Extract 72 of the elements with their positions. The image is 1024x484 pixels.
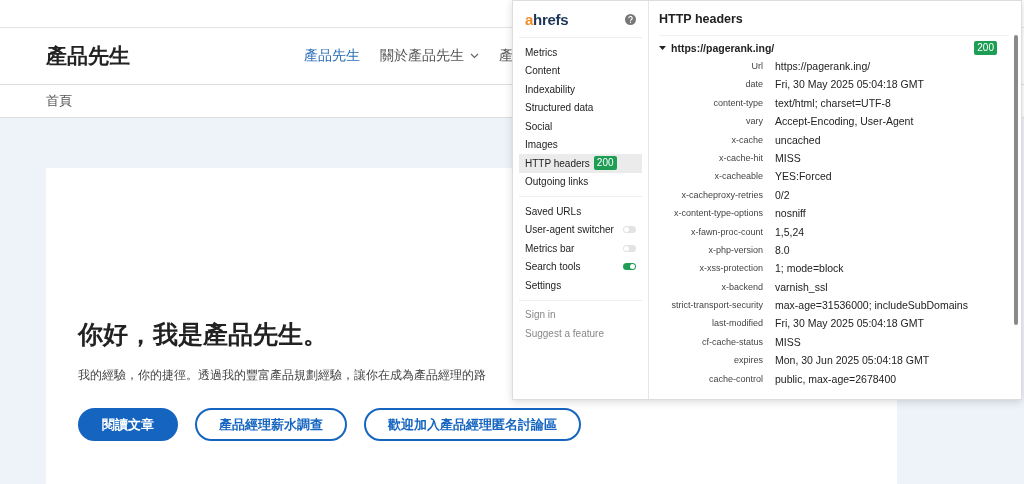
menu-item[interactable]: Outgoing links: [519, 172, 642, 191]
menu-item[interactable]: Images: [519, 135, 642, 154]
header-value: max-age=31536000; includeSubDomains: [775, 298, 969, 314]
header-name: x-cache: [730, 133, 763, 147]
header-name: content-type: [712, 96, 763, 110]
scrollbar[interactable]: [1014, 35, 1018, 325]
hero-button[interactable]: 產品經理薪水調查: [195, 408, 347, 441]
toggle-switch[interactable]: [623, 263, 636, 271]
header-value: 1,5,24: [775, 224, 806, 240]
header-value: 1; mode=block: [775, 261, 845, 277]
header-value: Mon, 30 Jun 2025 05:04:18 GMT: [775, 353, 931, 369]
header-name: x-fawn-proc-count: [689, 225, 763, 239]
hero-heading: 你好，我是產品先生。: [78, 319, 328, 350]
nav-link[interactable]: 產: [499, 47, 513, 65]
menu-item[interactable]: Metrics bar: [519, 239, 642, 258]
site-logo[interactable]: 產品先生: [46, 42, 304, 70]
hero-button[interactable]: 歡迎加入產品經理匿名討論區: [364, 408, 581, 441]
hero-button[interactable]: 閱讀文章: [78, 408, 178, 441]
header-name: last-modified: [710, 317, 763, 331]
caret-down-icon: [659, 45, 666, 51]
status-badge: 200: [974, 41, 997, 55]
header-value: text/html; charset=UTF-8: [775, 95, 892, 111]
breadcrumb-link[interactable]: 首頁: [46, 92, 72, 110]
menu-item[interactable]: Metrics: [519, 43, 642, 62]
header-value: 0/2: [775, 187, 791, 203]
menu-item[interactable]: Settings: [519, 276, 642, 295]
header-value: MISS: [775, 150, 802, 166]
header-value: Fri, 30 May 2025 05:04:18 GMT: [775, 316, 925, 332]
header-value: Accept-Encoding, User-Agent: [775, 114, 915, 130]
header-value: YES:Forced: [775, 169, 833, 185]
header-value: varnish_ssl: [775, 279, 829, 295]
header-name: cache-control: [707, 372, 763, 386]
header-name: x-cache-hit: [718, 151, 763, 165]
menu-item[interactable]: Saved URLs: [519, 202, 642, 221]
header-name: expires: [733, 354, 763, 368]
nav-link[interactable]: 產品先生: [304, 47, 360, 65]
nav-link[interactable]: 關於產品先生: [380, 47, 479, 65]
header-name: x-cacheable: [713, 170, 763, 184]
header-value: MISS: [775, 334, 802, 350]
status-badge: 200: [593, 156, 617, 171]
header-value: Fri, 30 May 2025 05:04:18 GMT: [775, 77, 925, 93]
menu-item[interactable]: HTTP headers 200: [519, 154, 642, 173]
header-name: x-content-type-options: [672, 207, 763, 221]
url-toggle[interactable]: https://pagerank.ing/: [659, 42, 775, 54]
menu-item[interactable]: Indexability: [519, 80, 642, 99]
header-name: x-cacheproxy-retries: [680, 188, 763, 202]
header-name: Url: [750, 60, 763, 73]
header-value: public, max-age=2678400: [775, 371, 898, 387]
header-name: x-php-version: [707, 243, 763, 257]
header-value: nosniff: [775, 206, 807, 222]
toggle-switch[interactable]: [623, 244, 636, 252]
header-name: x-xss-protection: [698, 262, 763, 276]
menu-item[interactable]: Content: [519, 61, 642, 80]
header-name: x-backend: [720, 280, 763, 294]
help-icon[interactable]: [625, 14, 636, 25]
header-name: date: [744, 78, 763, 92]
panel-title: HTTP headers: [659, 12, 1009, 36]
header-value: uncached: [775, 132, 822, 148]
header-name: strict-transport-security: [670, 299, 763, 313]
menu-item[interactable]: Sign in: [519, 305, 642, 324]
menu-item[interactable]: Structured data: [519, 98, 642, 117]
menu-item[interactable]: Suggest a feature: [519, 324, 642, 343]
toggle-switch[interactable]: [623, 226, 636, 234]
header-value: https://pagerank.ing/: [775, 59, 872, 74]
menu-item[interactable]: Social: [519, 117, 642, 136]
menu-item[interactable]: Search tools: [519, 257, 642, 276]
menu-item[interactable]: User-agent switcher: [519, 220, 642, 239]
ahrefs-logo: ahrefs: [525, 11, 569, 28]
header-name: vary: [745, 115, 763, 129]
hero-text: 我的經驗，你的捷徑。透過我的豐富產品規劃經驗，讓你在成為產品經理的路: [78, 367, 486, 384]
header-name: cf-cache-status: [700, 335, 763, 349]
header-value: 8.0: [775, 242, 791, 258]
